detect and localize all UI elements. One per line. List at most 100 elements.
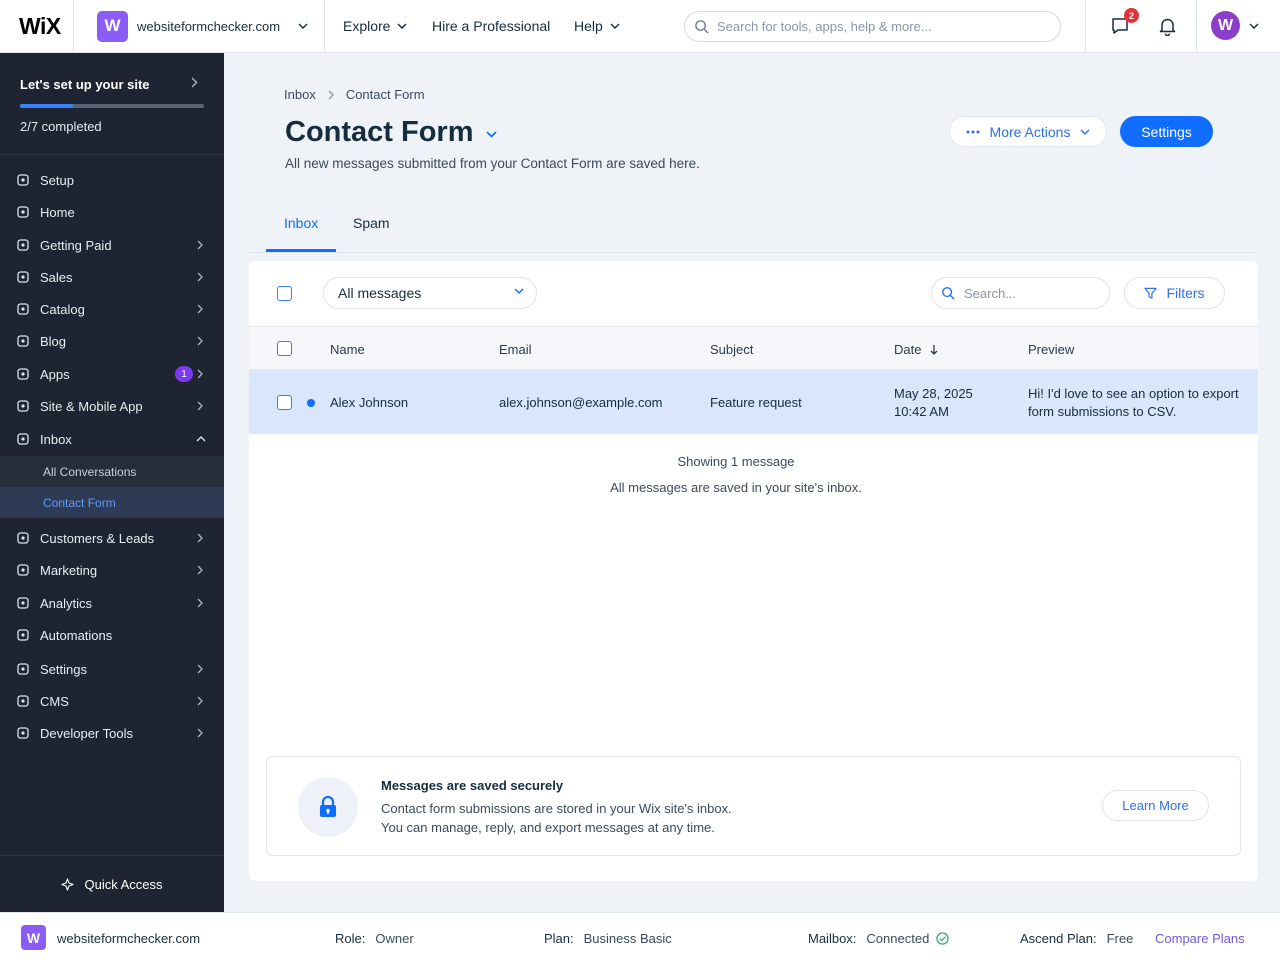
sidebar-item-setup[interactable]: Setup [0, 164, 224, 196]
message-search-input[interactable]: Search... [931, 277, 1110, 309]
sidebar-item-getting-paid[interactable]: Getting Paid [0, 229, 224, 261]
select-all-checkbox[interactable] [277, 286, 292, 301]
sort-descending-icon [931, 345, 938, 355]
cms-icon [17, 695, 29, 707]
chevron-down-icon[interactable] [1249, 23, 1259, 29]
setup-progress-card[interactable]: Let's set up your site 2/7 completed [0, 53, 224, 155]
lock-icon [320, 795, 336, 817]
sales-icon [17, 271, 29, 283]
sidebar-item-home[interactable]: Home [0, 196, 224, 228]
sidebar-item-automations[interactable]: Automations [0, 619, 224, 651]
footer-mailbox-label: Mailbox: [808, 931, 857, 946]
sidebar-item-label: CMS [40, 694, 69, 709]
sidebar-item-settings[interactable]: Settings [0, 653, 224, 685]
footer-ascend-label: Ascend Plan: [1020, 931, 1097, 946]
global-search-placeholder: Search for tools, apps, help & more... [717, 19, 932, 34]
compare-plans-link[interactable]: Compare Plans [1155, 931, 1245, 946]
setup-icon [17, 174, 29, 186]
sidebar-item-label: Inbox [40, 432, 72, 447]
chevron-right-icon [197, 401, 203, 411]
global-search-input[interactable]: Search for tools, apps, help & more... [684, 11, 1061, 42]
search-icon [695, 20, 709, 34]
sidebar-item-label: Home [40, 205, 75, 220]
sidebar-item-label: Developer Tools [40, 726, 133, 741]
sidebar-item-site-mobile-app[interactable]: Site & Mobile App [0, 390, 224, 422]
filters-button[interactable]: Filters [1124, 277, 1225, 309]
sidebar: Let's set up your site 2/7 completed Set… [0, 53, 224, 912]
breadcrumb-contact-form: Contact Form [345, 87, 425, 102]
column-header-name[interactable]: Name [330, 342, 365, 357]
page-title-text: Contact Form [285, 116, 474, 148]
column-header-preview[interactable]: Preview [1028, 342, 1074, 357]
sidebar-item-developer-tools[interactable]: Developer Tools [0, 717, 224, 749]
notifications-button[interactable] [1155, 14, 1179, 38]
column-header-subject[interactable]: Subject [710, 342, 753, 357]
unread-indicator [307, 399, 315, 407]
wix-logo[interactable]: WiX [19, 13, 61, 40]
hire-professional-link[interactable]: Hire a Professional [432, 0, 550, 52]
sidebar-subitem-label: All Conversations [43, 465, 137, 479]
sidebar-item-inbox[interactable]: Inbox [0, 423, 224, 455]
automations-icon [17, 629, 29, 641]
chevron-down-icon [298, 23, 308, 29]
sidebar-item-label: Sales [40, 270, 73, 285]
table-header: Name Email Subject Date Preview [249, 326, 1258, 370]
catalog-icon [17, 303, 29, 315]
quick-access-button[interactable]: Quick Access [0, 855, 224, 912]
breadcrumb-inbox[interactable]: Inbox [284, 87, 316, 102]
cell-email: alex.johnson@example.com [499, 395, 663, 410]
user-avatar[interactable]: W [1211, 11, 1240, 40]
lock-icon-circle [298, 777, 358, 837]
apps-count-badge: 1 [175, 366, 193, 382]
inbox-submenu: All Conversations Contact Form [0, 456, 224, 518]
page-title[interactable]: Contact Form [285, 116, 497, 149]
secure-text-line2: You can manage, reply, and export messag… [381, 820, 715, 835]
sidebar-item-label: Settings [40, 662, 87, 677]
divider [1196, 0, 1197, 52]
analytics-icon [17, 597, 29, 609]
breadcrumb: Inbox Contact Form [284, 87, 425, 102]
sidebar-subitem-contact-form[interactable]: Contact Form [0, 487, 224, 518]
chevron-right-icon [197, 696, 203, 706]
header-checkbox[interactable] [277, 341, 292, 356]
messages-count-badge: 2 [1124, 8, 1139, 23]
message-filter-dropdown[interactable]: All messages [323, 277, 537, 309]
learn-more-button[interactable]: Learn More [1102, 790, 1209, 821]
sidebar-item-sales[interactable]: Sales [0, 261, 224, 293]
sidebar-item-analytics[interactable]: Analytics [0, 587, 224, 619]
sidebar-item-customers-leads[interactable]: Customers & Leads [0, 522, 224, 554]
tab-inbox[interactable]: Inbox [284, 215, 318, 231]
explore-label: Explore [343, 18, 391, 34]
chevron-right-icon [191, 77, 198, 88]
table-row[interactable]: Alex Johnson alex.johnson@example.com Fe… [249, 370, 1258, 434]
help-menu[interactable]: Help [574, 0, 620, 52]
sidebar-item-label: Blog [40, 334, 67, 349]
sidebar-item-catalog[interactable]: Catalog [0, 293, 224, 325]
explore-menu[interactable]: Explore [343, 0, 407, 52]
message-search-placeholder: Search... [964, 285, 1017, 301]
sidebar-item-blog[interactable]: Blog [0, 325, 224, 357]
sidebar-subitem-all-conversations[interactable]: All Conversations [0, 456, 224, 487]
sidebar-item-cms[interactable]: CMS [0, 685, 224, 717]
column-header-email[interactable]: Email [499, 342, 532, 357]
footer-plan: Plan: Business Basic [544, 931, 672, 946]
cell-date: May 28, 2025 [894, 386, 973, 401]
row-checkbox[interactable] [277, 395, 292, 410]
search-icon [942, 287, 955, 300]
tab-spam[interactable]: Spam [353, 215, 390, 231]
site-selector[interactable]: W websiteformchecker.com [97, 10, 308, 42]
sidebar-item-apps[interactable]: Apps 1 [0, 358, 224, 390]
footer-ascend-value: Free [1106, 931, 1134, 946]
sidebar-item-label: Getting Paid [40, 238, 112, 253]
sidebar-item-marketing[interactable]: Marketing [0, 554, 224, 586]
settings-button[interactable]: Settings [1120, 116, 1213, 147]
secure-info-banner: Messages are saved securely Contact form… [266, 756, 1241, 856]
chevron-right-icon [328, 90, 334, 99]
secure-text-line1: Contact form submissions are stored in y… [381, 801, 732, 816]
blog-icon [17, 335, 29, 347]
footer-plan-value: Business Basic [583, 931, 672, 946]
sidebar-subitem-label: Contact Form [43, 496, 116, 510]
more-actions-button[interactable]: More Actions [949, 116, 1107, 147]
setup-progress-fill [20, 104, 73, 108]
column-header-date[interactable]: Date [894, 342, 938, 357]
